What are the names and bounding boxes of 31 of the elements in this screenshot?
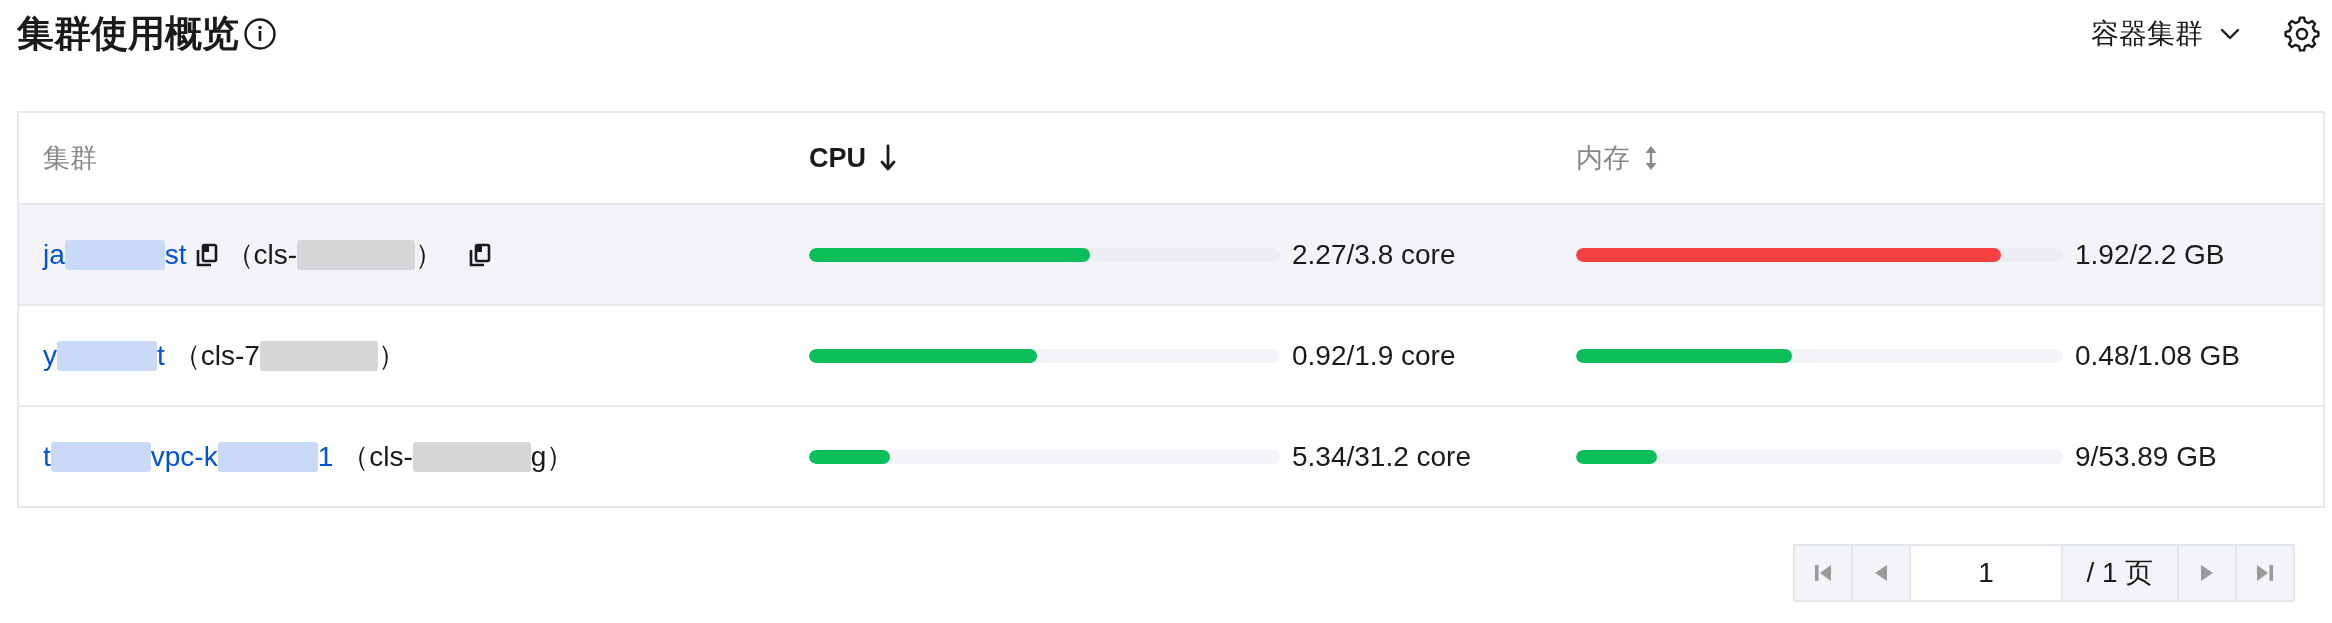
info-icon[interactable]: [244, 18, 276, 50]
page-input[interactable]: 1: [1909, 544, 2063, 602]
usage-reading: 0.48/1.08 GB: [2075, 338, 2240, 373]
first-page-icon: [1813, 563, 1833, 583]
copy-icon[interactable]: [469, 242, 492, 267]
settings-icon[interactable]: [2284, 16, 2320, 52]
sort-icon[interactable]: [1644, 144, 1658, 172]
last-page-icon: [2255, 563, 2275, 583]
page-total: / 1 页: [2061, 544, 2179, 602]
chevron-down-icon: [2220, 28, 2240, 40]
cluster-name-link[interactable]: t vpc-k 1: [43, 439, 334, 474]
cluster-id-text: ）: [377, 338, 406, 373]
cluster-type-dropdown[interactable]: 容器集群: [2091, 17, 2240, 51]
cluster-name-link[interactable]: ja st: [43, 237, 187, 272]
usage-reading: 9/53.89 GB: [2075, 439, 2217, 474]
sort-header[interactable]: CPU: [809, 141, 896, 175]
copy-icon[interactable]: [195, 242, 218, 267]
cluster-id-text: （cls-: [341, 439, 413, 474]
cluster-name-link[interactable]: y t: [43, 338, 165, 373]
usage-reading: 0.92/1.9 core: [1292, 338, 1456, 373]
usage-reading: 1.92/2.2 GB: [2075, 237, 2225, 272]
usage-reading: 5.34/31.2 core: [1292, 439, 1472, 474]
column-header: 集群: [43, 141, 97, 175]
cluster-id-text: （cls-7: [172, 338, 260, 373]
sort-down-icon[interactable]: [880, 144, 896, 172]
cluster-id-text: ）: [415, 237, 444, 272]
page-title: 集群使用概览: [17, 13, 239, 55]
cluster-id-text: （cls-: [225, 237, 298, 272]
cluster-id-text: g）: [530, 439, 575, 474]
sort-header[interactable]: 内存: [1576, 141, 1658, 175]
usage-reading: 2.27/3.8 core: [1292, 237, 1456, 272]
